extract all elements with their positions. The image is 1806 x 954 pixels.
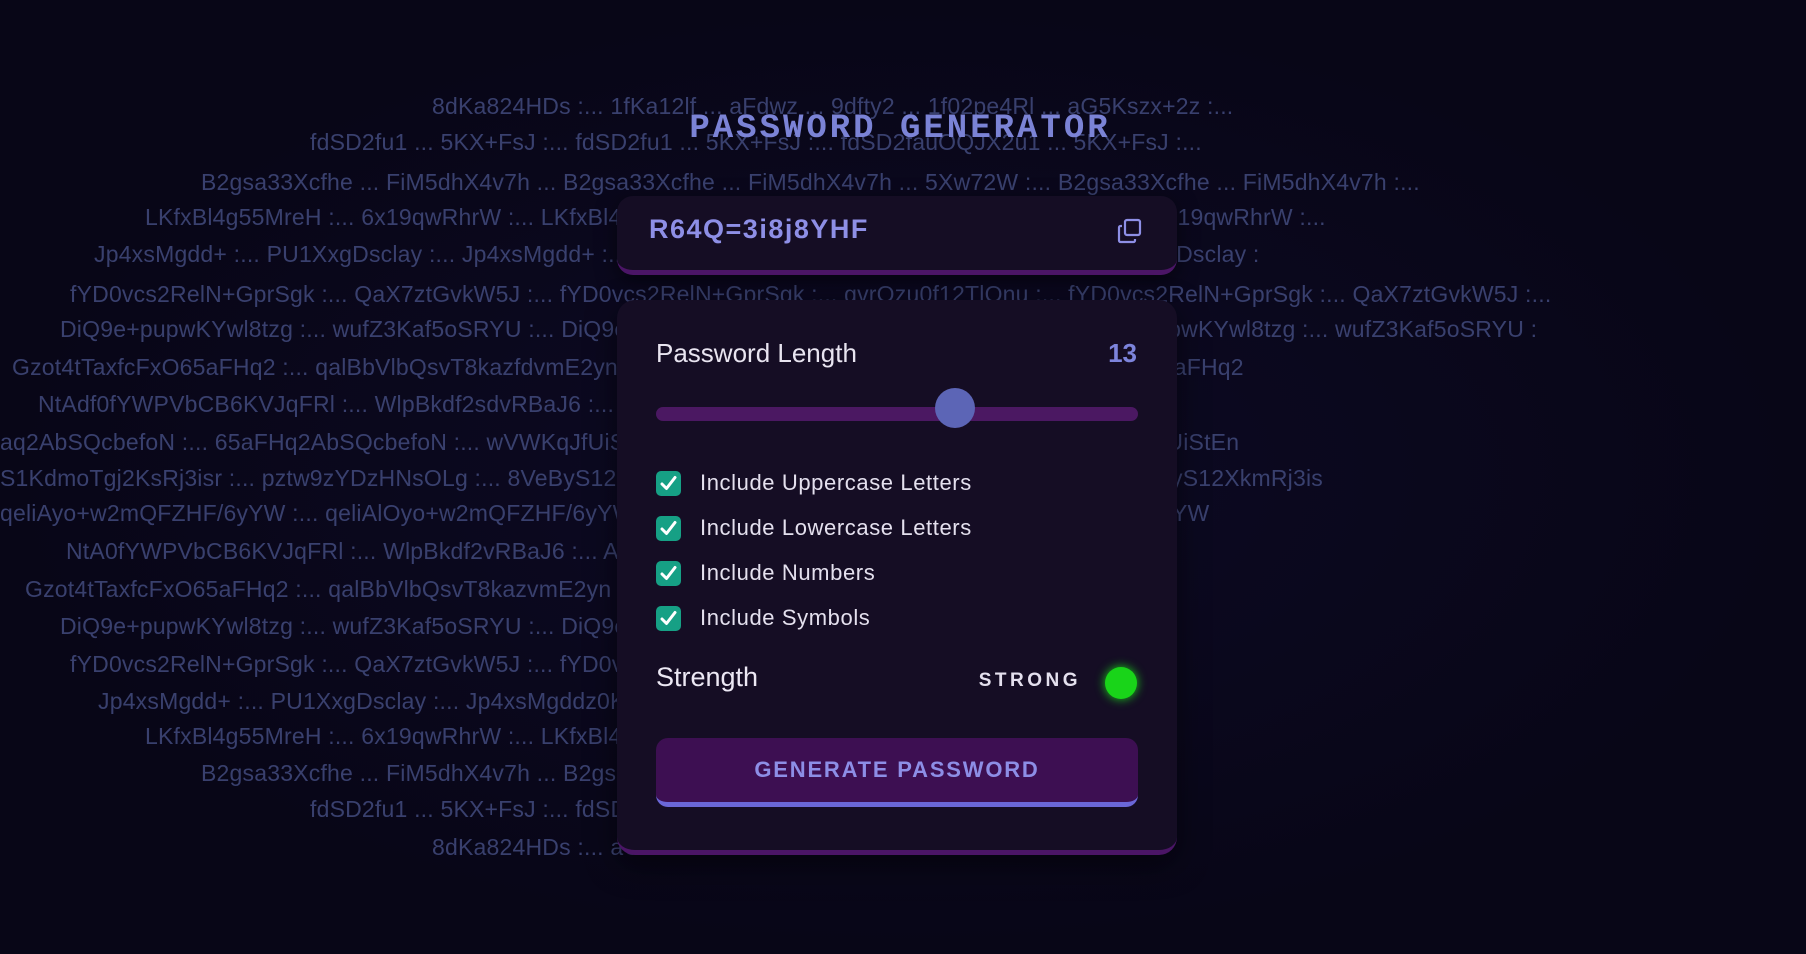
page-title: PASSWORD GENERATOR xyxy=(689,110,1111,148)
checkmark-icon xyxy=(660,520,677,535)
option-label: Include Numbers xyxy=(700,560,876,585)
strength-label: Strength xyxy=(656,662,759,692)
password-display: R64Q=3i8j8YHF xyxy=(617,196,1177,275)
option-label: Include Lowercase Letters xyxy=(700,515,972,540)
password-value[interactable]: R64Q=3i8j8YHF xyxy=(649,214,869,245)
checkbox-symbols[interactable] xyxy=(656,605,681,631)
option-uppercase[interactable]: Include Uppercase Letters xyxy=(656,469,972,497)
length-slider[interactable] xyxy=(656,407,1138,421)
generate-password-button[interactable]: GENERATE PASSWORD xyxy=(656,738,1138,807)
option-lowercase[interactable]: Include Lowercase Letters xyxy=(656,514,972,542)
option-symbols[interactable]: Include Symbols xyxy=(656,604,870,632)
option-label: Include Uppercase Letters xyxy=(700,470,972,495)
password-length-label: Password Length xyxy=(656,338,857,368)
password-length-value: 13 xyxy=(1108,338,1137,368)
option-label: Include Symbols xyxy=(700,605,871,630)
checkmark-icon xyxy=(660,475,677,490)
option-numbers[interactable]: Include Numbers xyxy=(656,559,875,587)
checkbox-numbers[interactable] xyxy=(656,560,681,586)
checkmark-icon xyxy=(660,565,677,580)
length-slider-thumb[interactable] xyxy=(934,388,975,428)
checkbox-uppercase[interactable] xyxy=(656,470,681,496)
strength-indicator xyxy=(1105,667,1137,699)
strength-value: STRONG xyxy=(978,670,1081,691)
generate-button-label: GENERATE PASSWORD xyxy=(754,757,1040,782)
checkbox-lowercase[interactable] xyxy=(656,515,681,541)
copy-icon[interactable] xyxy=(1117,218,1143,244)
settings-card: Password Length 13 Include Uppercase Let… xyxy=(617,300,1177,855)
bg-line: B2gsa33Xcfhe ... FiM5dhX4v7h ... B2gsa33… xyxy=(201,169,1420,195)
checkmark-icon xyxy=(660,610,677,625)
